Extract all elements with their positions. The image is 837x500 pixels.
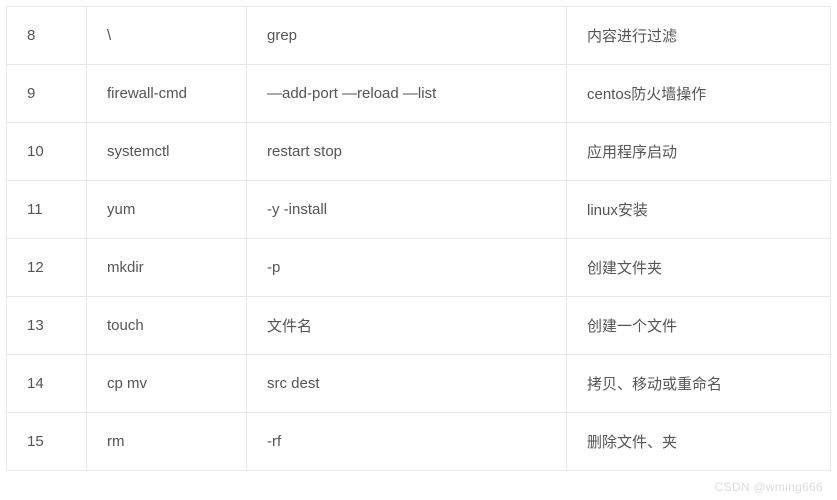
row-description: centos防火墙操作 bbox=[567, 65, 831, 123]
row-command: \ bbox=[87, 7, 247, 65]
row-description: 拷贝、移动或重命名 bbox=[567, 355, 831, 413]
row-options: src dest bbox=[247, 355, 567, 413]
row-command: firewall-cmd bbox=[87, 65, 247, 123]
row-command: rm bbox=[87, 413, 247, 471]
row-description: linux安装 bbox=[567, 181, 831, 239]
row-description: 创建文件夹 bbox=[567, 239, 831, 297]
commands-table: 8 \ grep 内容进行过滤 9 firewall-cmd —add-port… bbox=[6, 6, 831, 471]
row-command: systemctl bbox=[87, 123, 247, 181]
row-description: 内容进行过滤 bbox=[567, 7, 831, 65]
row-description: 应用程序启动 bbox=[567, 123, 831, 181]
row-number: 8 bbox=[7, 7, 87, 65]
row-options: -y -install bbox=[247, 181, 567, 239]
row-options: grep bbox=[247, 7, 567, 65]
row-number: 10 bbox=[7, 123, 87, 181]
table-row: 12 mkdir -p 创建文件夹 bbox=[7, 239, 831, 297]
row-options: -p bbox=[247, 239, 567, 297]
row-options: restart stop bbox=[247, 123, 567, 181]
row-command: mkdir bbox=[87, 239, 247, 297]
row-command: yum bbox=[87, 181, 247, 239]
row-command: cp mv bbox=[87, 355, 247, 413]
row-number: 14 bbox=[7, 355, 87, 413]
row-number: 15 bbox=[7, 413, 87, 471]
row-number: 13 bbox=[7, 297, 87, 355]
table-row: 10 systemctl restart stop 应用程序启动 bbox=[7, 123, 831, 181]
row-command: touch bbox=[87, 297, 247, 355]
table-row: 15 rm -rf 删除文件、夹 bbox=[7, 413, 831, 471]
row-description: 删除文件、夹 bbox=[567, 413, 831, 471]
table-row: 9 firewall-cmd —add-port —reload —list c… bbox=[7, 65, 831, 123]
watermark-text: CSDN @wming666 bbox=[715, 480, 823, 494]
row-options: —add-port —reload —list bbox=[247, 65, 567, 123]
table-row: 11 yum -y -install linux安装 bbox=[7, 181, 831, 239]
row-options: 文件名 bbox=[247, 297, 567, 355]
table-row: 14 cp mv src dest 拷贝、移动或重命名 bbox=[7, 355, 831, 413]
row-options: -rf bbox=[247, 413, 567, 471]
table-row: 13 touch 文件名 创建一个文件 bbox=[7, 297, 831, 355]
row-number: 9 bbox=[7, 65, 87, 123]
row-number: 11 bbox=[7, 181, 87, 239]
table-row: 8 \ grep 内容进行过滤 bbox=[7, 7, 831, 65]
row-description: 创建一个文件 bbox=[567, 297, 831, 355]
row-number: 12 bbox=[7, 239, 87, 297]
